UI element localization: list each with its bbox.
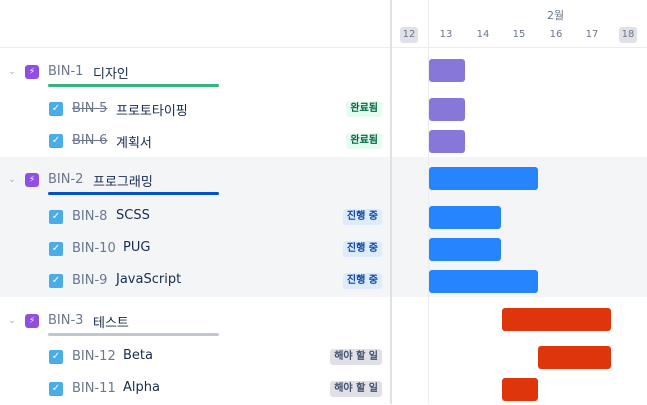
timeline-panel: 2월 12 13 14 15 16 17 18 bbox=[392, 0, 647, 404]
epic-row-bin-3[interactable]: ⌄ ⚡ BIN-3 테스트 bbox=[0, 303, 390, 339]
issue-timeline-bar[interactable] bbox=[429, 270, 538, 293]
day-label: 14 bbox=[476, 29, 490, 40]
list-header bbox=[0, 0, 390, 48]
epic-name[interactable]: 디자인 bbox=[93, 63, 129, 82]
timeline-header: 2월 12 13 14 15 16 17 18 bbox=[392, 0, 647, 48]
epic-key[interactable]: BIN-2 bbox=[48, 172, 83, 187]
day-label: 17 bbox=[585, 29, 599, 40]
day-label: 15 bbox=[512, 29, 526, 40]
chevron-down-icon[interactable]: ⌄ bbox=[7, 316, 17, 326]
issue-key[interactable]: BIN-9 bbox=[72, 273, 107, 288]
status-badge: 진행 중 bbox=[342, 209, 382, 225]
issue-row-bin-6[interactable]: ✓ BIN-6 계획서 완료됨 bbox=[0, 125, 390, 157]
lightning-icon: ⚡ bbox=[25, 314, 39, 328]
epic-progress-bar bbox=[48, 192, 219, 195]
status-badge: 완료됨 bbox=[346, 101, 382, 117]
epic-name[interactable]: 프로그래밍 bbox=[93, 171, 153, 190]
checkbox-icon: ✓ bbox=[49, 274, 63, 288]
status-badge: 해야 할 일 bbox=[330, 381, 382, 397]
checkbox-icon: ✓ bbox=[49, 350, 63, 364]
status-badge: 해야 할 일 bbox=[330, 349, 382, 365]
epic-row-bin-2[interactable]: ⌄ ⚡ BIN-2 프로그래밍 bbox=[0, 162, 390, 198]
issue-row-bin-10[interactable]: ✓ BIN-10 PUG 진행 중 bbox=[0, 233, 390, 265]
status-badge: 진행 중 bbox=[342, 241, 382, 257]
epic-row-bin-1[interactable]: ⌄ ⚡ BIN-1 디자인 bbox=[0, 54, 390, 90]
checkbox-icon: ✓ bbox=[49, 134, 63, 148]
lightning-icon: ⚡ bbox=[25, 65, 39, 79]
month-label: 2월 bbox=[547, 9, 565, 22]
issue-row-bin-11[interactable]: ✓ BIN-11 Alpha 해야 할 일 bbox=[0, 373, 390, 405]
issue-key[interactable]: BIN-12 bbox=[72, 349, 116, 364]
issue-row-bin-8[interactable]: ✓ BIN-8 SCSS 진행 중 bbox=[0, 201, 390, 233]
lightning-icon: ⚡ bbox=[25, 173, 39, 187]
day-label: 13 bbox=[439, 29, 453, 40]
status-badge: 완료됨 bbox=[346, 133, 382, 149]
checkbox-icon: ✓ bbox=[49, 382, 63, 396]
issue-name[interactable]: SCSS bbox=[116, 208, 150, 223]
issue-key[interactable]: BIN-11 bbox=[72, 381, 116, 396]
issue-timeline-bar[interactable] bbox=[429, 130, 465, 153]
checkbox-icon: ✓ bbox=[49, 210, 63, 224]
issue-name[interactable]: 프로토타이핑 bbox=[116, 100, 188, 119]
roadmap-view: ⌄ ⚡ BIN-1 디자인 ✓ BIN-5 프로토타이핑 완료됨 ✓ BIN-6… bbox=[0, 0, 647, 404]
issue-row-bin-12[interactable]: ✓ BIN-12 Beta 해야 할 일 bbox=[0, 341, 390, 373]
issue-name[interactable]: 계획서 bbox=[116, 132, 152, 151]
issue-key[interactable]: BIN-8 bbox=[72, 209, 107, 224]
issue-name[interactable]: JavaScript bbox=[116, 272, 181, 287]
epic-name[interactable]: 테스트 bbox=[93, 312, 129, 331]
status-badge: 진행 중 bbox=[342, 273, 382, 289]
day-label: 18 bbox=[619, 27, 637, 43]
chevron-down-icon[interactable]: ⌄ bbox=[7, 175, 17, 185]
epic-key[interactable]: BIN-3 bbox=[48, 313, 83, 328]
checkbox-icon: ✓ bbox=[49, 242, 63, 256]
epic-timeline-bar[interactable] bbox=[429, 59, 465, 82]
epic-progress-bar bbox=[48, 333, 219, 336]
checkbox-icon: ✓ bbox=[49, 102, 63, 116]
issue-timeline-bar[interactable] bbox=[429, 98, 465, 121]
issue-row-bin-5[interactable]: ✓ BIN-5 프로토타이핑 완료됨 bbox=[0, 93, 390, 125]
issue-name[interactable]: Alpha bbox=[123, 380, 160, 395]
epic-timeline-bar[interactable] bbox=[502, 308, 611, 331]
issue-row-bin-9[interactable]: ✓ BIN-9 JavaScript 진행 중 bbox=[0, 265, 390, 297]
issue-timeline-bar[interactable] bbox=[429, 238, 501, 261]
issue-timeline-bar[interactable] bbox=[429, 206, 501, 229]
issue-name[interactable]: PUG bbox=[123, 240, 150, 255]
day-label: 12 bbox=[400, 27, 418, 43]
issue-timeline-bar[interactable] bbox=[502, 378, 538, 401]
issue-key[interactable]: BIN-5 bbox=[72, 101, 107, 116]
chevron-down-icon[interactable]: ⌄ bbox=[7, 67, 17, 77]
issue-key[interactable]: BIN-6 bbox=[72, 133, 107, 148]
issue-name[interactable]: Beta bbox=[123, 348, 153, 363]
day-label: 16 bbox=[549, 29, 563, 40]
epic-key[interactable]: BIN-1 bbox=[48, 64, 83, 79]
issue-key[interactable]: BIN-10 bbox=[72, 241, 116, 256]
epic-progress-bar bbox=[48, 84, 219, 87]
issue-list-panel: ⌄ ⚡ BIN-1 디자인 ✓ BIN-5 프로토타이핑 완료됨 ✓ BIN-6… bbox=[0, 0, 390, 404]
epic-timeline-bar[interactable] bbox=[429, 167, 538, 190]
issue-timeline-bar[interactable] bbox=[538, 346, 611, 369]
